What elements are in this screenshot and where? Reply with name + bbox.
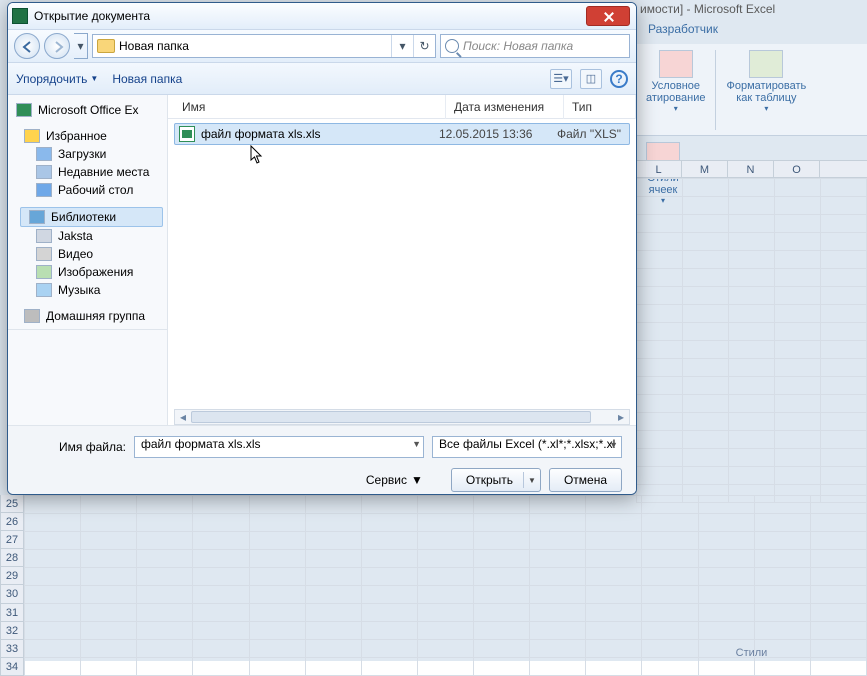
excel-title: имости] - Microsoft Excel	[640, 2, 857, 22]
row-header[interactable]: 32	[0, 622, 24, 640]
sidebar-item-office[interactable]: Microsoft Office Ex	[8, 101, 167, 119]
music-icon	[36, 283, 52, 297]
col-header[interactable]: O	[774, 161, 820, 177]
sidebar-item-music[interactable]: Музыка	[16, 281, 167, 299]
star-icon	[24, 129, 40, 143]
ribbon-format-as-table[interactable]: Форматировать как таблицу ▾	[716, 44, 816, 136]
col-header[interactable]: M	[682, 161, 728, 177]
recent-icon	[36, 165, 52, 179]
file-date: 12.05.2015 13:36	[439, 127, 557, 141]
ribbon-tab-developer[interactable]: Разработчик	[648, 22, 718, 36]
organize-menu[interactable]: Упорядочить▼	[16, 72, 98, 86]
sidebar-item-video[interactable]: Видео	[16, 245, 167, 263]
chevron-down-icon[interactable]: ▼	[609, 440, 618, 450]
desktop-icon	[36, 183, 52, 197]
file-open-dialog: Открытие документа ▾ Новая папка ▾ ↻ Пои…	[7, 2, 637, 495]
col-name[interactable]: Имя	[174, 95, 446, 119]
sidebar-item-pictures[interactable]: Изображения	[16, 263, 167, 281]
format-table-icon	[749, 50, 783, 78]
dialog-footer: Имя файла: файл формата xls.xls ▼ Все фа…	[8, 425, 636, 495]
row-header[interactable]: 30	[0, 585, 24, 603]
row-header[interactable]: 33	[0, 640, 24, 658]
worksheet-grid-lower[interactable]	[24, 495, 867, 661]
scroll-right-button[interactable]: ▸	[613, 410, 629, 424]
chevron-down-icon: ▾	[726, 104, 806, 113]
help-button[interactable]: ?	[610, 70, 628, 88]
column-headers[interactable]: L M N O	[636, 160, 867, 178]
file-list: Имя Дата изменения Тип файл формата xls.…	[168, 95, 636, 425]
scroll-left-button[interactable]: ◂	[175, 410, 191, 424]
preview-pane-button[interactable]: ◫	[580, 69, 602, 89]
dialog-title: Открытие документа	[34, 9, 586, 23]
col-date[interactable]: Дата изменения	[446, 95, 564, 119]
row-header[interactable]: 25	[0, 495, 24, 513]
excel-app-icon	[12, 8, 28, 24]
row-headers[interactable]: 25262728293031323334	[0, 495, 24, 676]
filename-input[interactable]: файл формата xls.xls ▼	[134, 436, 424, 458]
dialog-titlebar[interactable]: Открытие документа	[8, 3, 636, 29]
homegroup-icon	[24, 309, 40, 323]
col-header[interactable]: L	[636, 161, 682, 177]
cancel-button[interactable]: Отмена	[549, 468, 622, 492]
file-name: файл формата xls.xls	[201, 127, 439, 141]
folder-icon	[36, 229, 52, 243]
breadcrumb-dropdown[interactable]: ▾	[391, 35, 413, 57]
sidebar-item-libraries[interactable]: Библиотеки	[20, 207, 163, 227]
search-input[interactable]: Поиск: Новая папка	[440, 34, 630, 58]
row-header[interactable]: 31	[0, 604, 24, 622]
sidebar-item-desktop[interactable]: Рабочий стол	[16, 181, 167, 199]
new-folder-button[interactable]: Новая папка	[112, 72, 182, 86]
ribbon-tab-row: Разработчик	[640, 22, 857, 44]
nav-history-dropdown[interactable]: ▾	[74, 33, 88, 59]
nav-back-button[interactable]	[14, 33, 40, 59]
row-header[interactable]: 29	[0, 567, 24, 585]
filename-label: Имя файла:	[22, 440, 126, 454]
sidebar-item-favorites[interactable]: Избранное	[16, 127, 167, 145]
folder-icon	[97, 39, 115, 53]
sidebar-item-jaksta[interactable]: Jaksta	[16, 227, 167, 245]
chevron-down-icon: ▾	[646, 104, 705, 113]
file-type: Файл "XLS"	[557, 127, 629, 141]
nav-forward-button[interactable]	[44, 33, 70, 59]
scroll-thumb[interactable]	[191, 411, 591, 423]
download-icon	[36, 147, 52, 161]
mouse-cursor-icon	[250, 145, 264, 165]
nav-toolbar: ▾ Новая папка ▾ ↻ Поиск: Новая папка	[8, 29, 636, 63]
nav-sidebar: Microsoft Office Ex Избранное Загрузки Н…	[8, 95, 168, 425]
breadcrumb-item[interactable]: Новая папка	[119, 39, 189, 53]
refresh-button[interactable]: ↻	[413, 35, 435, 57]
row-header[interactable]: 28	[0, 549, 24, 567]
chevron-down-icon[interactable]: ▼	[412, 439, 421, 449]
search-icon	[445, 39, 459, 53]
file-row-selected[interactable]: файл формата xls.xls 12.05.2015 13:36 Фа…	[174, 123, 630, 145]
row-header[interactable]: 27	[0, 531, 24, 549]
close-button[interactable]	[586, 6, 630, 26]
video-icon	[36, 247, 52, 261]
view-mode-button[interactable]: ☰▾	[550, 69, 572, 89]
open-button[interactable]: Открыть▼	[451, 468, 541, 492]
col-header[interactable]: N	[728, 161, 774, 177]
picture-icon	[36, 265, 52, 279]
library-icon	[29, 210, 45, 224]
sidebar-item-recent[interactable]: Недавние места	[16, 163, 167, 181]
sidebar-item-downloads[interactable]: Загрузки	[16, 145, 167, 163]
col-type[interactable]: Тип	[564, 95, 636, 119]
horizontal-scrollbar[interactable]: ◂ ▸	[174, 409, 630, 425]
search-placeholder: Поиск: Новая папка	[463, 39, 573, 53]
ribbon: Условное атирование ▾ Форматировать как …	[636, 44, 867, 136]
excel-file-icon	[179, 126, 195, 142]
ribbon-conditional-formatting[interactable]: Условное атирование ▾	[636, 44, 715, 136]
conditional-formatting-icon	[659, 50, 693, 78]
breadcrumb-path[interactable]: Новая папка ▾ ↻	[92, 34, 436, 58]
dialog-toolbar: Упорядочить▼ Новая папка ☰▾ ◫ ?	[8, 63, 636, 95]
row-header[interactable]: 26	[0, 513, 24, 531]
file-list-header: Имя Дата изменения Тип	[168, 95, 636, 119]
file-type-filter[interactable]: Все файлы Excel (*.xl*;*.xlsx;*.xl ▼	[432, 436, 622, 458]
sidebar-item-homegroup[interactable]: Домашняя группа	[16, 307, 167, 325]
tools-menu[interactable]: Сервис▼	[366, 473, 423, 487]
